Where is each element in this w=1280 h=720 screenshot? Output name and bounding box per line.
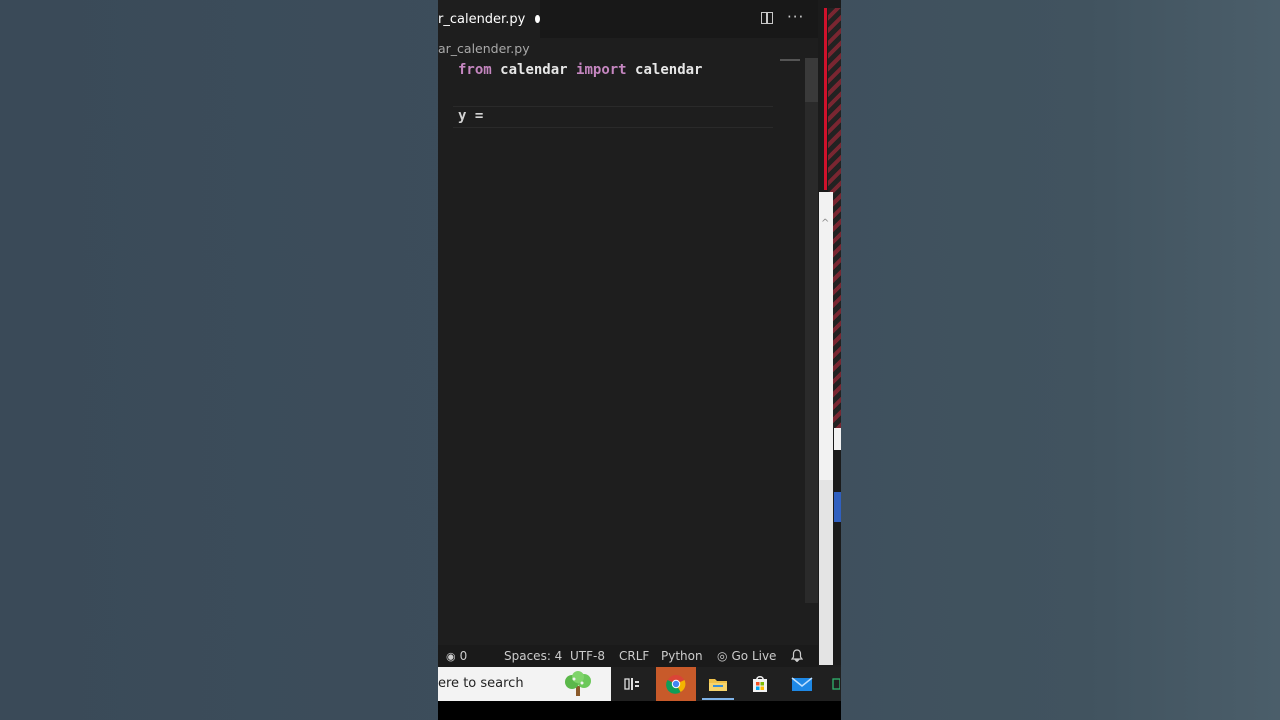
more-actions-icon[interactable]: ··· — [787, 10, 804, 25]
active-app-indicator — [702, 698, 734, 700]
breadcrumb[interactable]: ar_calender.py — [438, 41, 530, 56]
file-explorer-icon[interactable] — [698, 667, 738, 701]
status-language[interactable]: Python — [661, 649, 703, 663]
vertical-scrollbar[interactable] — [805, 58, 818, 603]
go-live-button[interactable]: ◎ Go Live — [717, 649, 776, 663]
chrome-icon[interactable] — [656, 667, 696, 701]
broadcast-icon: ◎ — [717, 649, 728, 663]
keyword-from: from — [458, 62, 492, 78]
tab-actions: ··· — [761, 10, 804, 25]
windows-taskbar: ere to search — [438, 667, 841, 701]
screen-recording: r_calender.py ··· ar_calender.py from ca… — [438, 0, 841, 720]
store-icon[interactable] — [740, 667, 780, 701]
split-editor-icon[interactable] — [761, 12, 773, 24]
code-line-2: y = — [458, 108, 484, 124]
search-placeholder: ere to search — [438, 676, 524, 691]
imported-name: calendar — [635, 62, 703, 78]
edge-blue-mark — [834, 492, 841, 522]
keyword-import: import — [576, 62, 627, 78]
status-ports[interactable]: ◉ 0 — [446, 649, 467, 663]
task-view-icon[interactable] — [612, 667, 652, 701]
code-editor[interactable]: from calendar import calendar y = — [438, 58, 818, 643]
tree-icon — [565, 671, 591, 696]
mail-icon[interactable] — [782, 667, 822, 701]
go-live-label: Go Live — [731, 649, 777, 663]
current-line-highlight — [453, 106, 773, 128]
bell-icon[interactable] — [790, 649, 804, 665]
edge-white-mark — [834, 428, 841, 450]
ports-count: 0 — [459, 649, 468, 663]
red-window-border — [824, 8, 827, 190]
status-eol[interactable]: CRLF — [619, 649, 649, 663]
taskbar-search[interactable]: ere to search — [438, 667, 611, 701]
unsaved-dot-icon[interactable] — [535, 15, 540, 23]
broadcast-icon: ◉ — [446, 649, 456, 663]
editor-tab-bar: r_calender.py ··· — [438, 0, 841, 38]
code-line-1: from calendar import calendar — [458, 62, 702, 78]
editor-tab[interactable]: r_calender.py — [438, 0, 540, 38]
app-icon[interactable] — [830, 667, 841, 701]
bottom-bar — [438, 701, 841, 720]
status-spaces[interactable]: Spaces: 4 — [504, 649, 562, 663]
tab-filename: r_calender.py — [438, 11, 526, 27]
overview-ruler — [780, 59, 800, 61]
status-bar: ◉ 0 Spaces: 4 UTF-8 CRLF Python ◎ Go Liv… — [438, 645, 818, 667]
chevron-up-icon[interactable]: ^ — [821, 218, 829, 229]
scrollbar-thumb[interactable] — [805, 58, 818, 102]
module-name: calendar — [500, 62, 568, 78]
side-panel-lower — [819, 480, 833, 665]
status-encoding[interactable]: UTF-8 — [570, 649, 605, 663]
